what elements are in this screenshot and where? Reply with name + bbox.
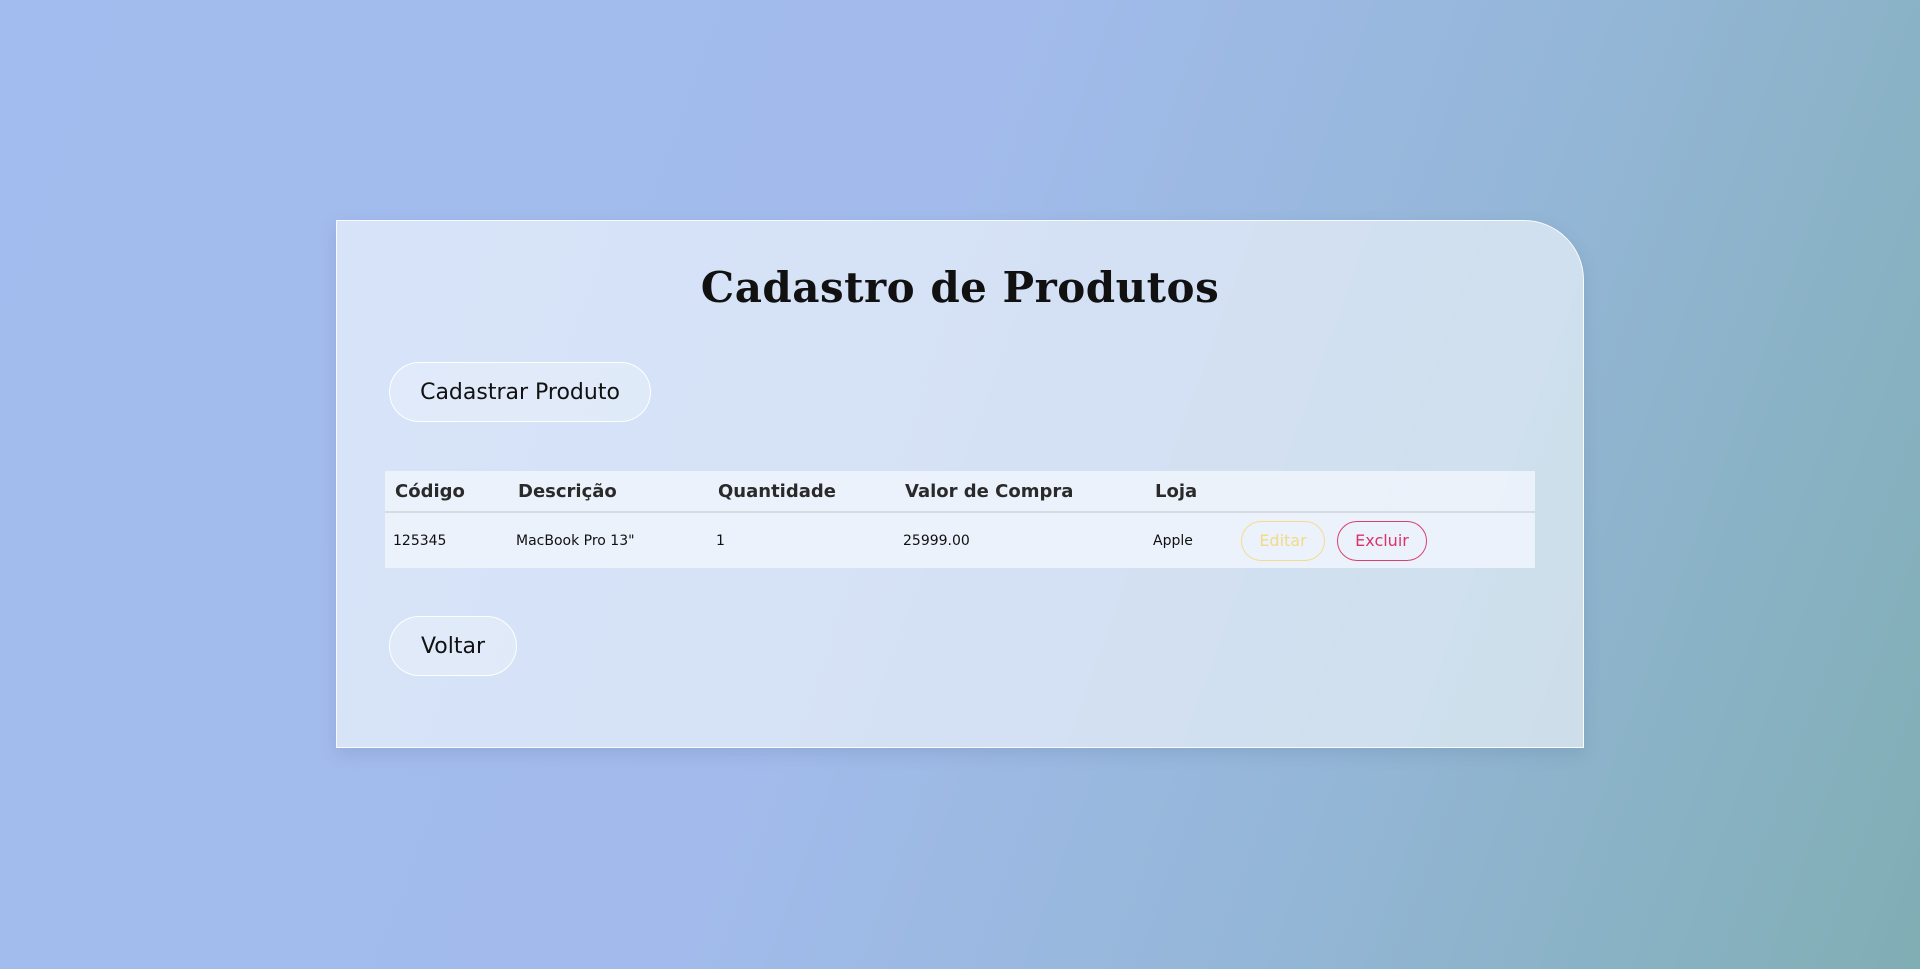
header-loja: Loja: [1155, 480, 1198, 502]
products-card: Cadastro de Produtos Cadastrar Produto C…: [336, 220, 1584, 748]
cell-actions: Editar Excluir: [1233, 512, 1535, 568]
cell-valor-compra: 25999.00: [903, 532, 970, 549]
register-product-button[interactable]: Cadastrar Produto: [389, 362, 651, 422]
header-valor-compra: Valor de Compra: [905, 480, 1074, 502]
table-header-row: Código Descrição Quantidade Valor de Com…: [385, 471, 1535, 512]
cell-loja: Apple: [1153, 532, 1193, 549]
row-actions: Editar Excluir: [1241, 520, 1535, 561]
back-button[interactable]: Voltar: [389, 616, 517, 676]
edit-button[interactable]: Editar: [1241, 520, 1325, 561]
delete-button[interactable]: Excluir: [1337, 520, 1427, 561]
cell-codigo: 125345: [393, 532, 447, 549]
header-actions: [1233, 471, 1535, 512]
header-codigo: Código: [395, 480, 465, 502]
table-row: 125345 MacBook Pro 13" 1 25999.00 Apple …: [385, 512, 1535, 568]
header-descricao: Descrição: [518, 480, 617, 502]
products-table: Código Descrição Quantidade Valor de Com…: [385, 471, 1535, 568]
page-title: Cadastro de Produtos: [700, 263, 1220, 312]
cell-quantidade: 1: [716, 532, 725, 549]
cell-descricao: MacBook Pro 13": [516, 532, 635, 549]
header-quantidade: Quantidade: [718, 480, 836, 502]
